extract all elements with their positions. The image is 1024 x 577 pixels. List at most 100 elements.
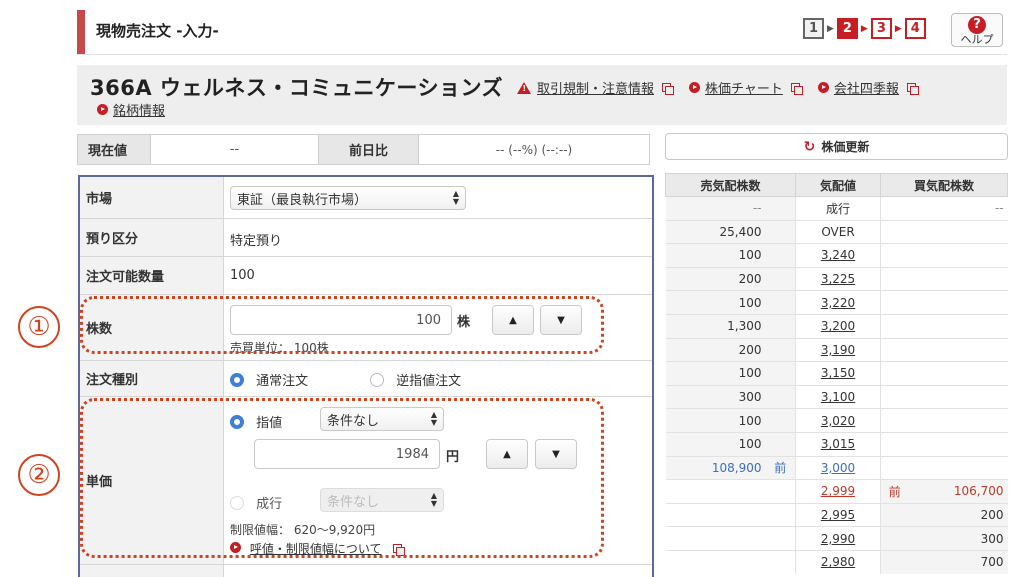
refresh-price-button[interactable]: ↻ 株価更新 bbox=[665, 133, 1008, 160]
sell-mark-cell bbox=[765, 219, 796, 244]
buy-mark-cell bbox=[880, 290, 909, 315]
deposit-label: 預り区分 bbox=[80, 219, 224, 256]
quote-price-cell[interactable]: 3,015 bbox=[795, 431, 881, 457]
deposit-row: 預り区分 特定預り bbox=[80, 219, 652, 257]
quote-price-cell[interactable]: 3,100 bbox=[795, 384, 881, 409]
next-row bbox=[80, 565, 652, 577]
sell-qty-cell bbox=[665, 502, 766, 527]
deposit-value: 特定預り bbox=[230, 234, 283, 249]
sell-qty-cell bbox=[665, 549, 766, 574]
sell-mark-cell bbox=[765, 266, 796, 291]
radio-unselected-icon[interactable] bbox=[370, 372, 384, 387]
quote-price-cell[interactable]: 3,240 bbox=[795, 243, 881, 268]
step-arrow-icon: ▶ bbox=[827, 23, 834, 34]
quote-price-cell[interactable]: 3,150 bbox=[795, 361, 881, 386]
order-book-row: -- 成行 -- bbox=[665, 196, 1008, 221]
order-book-row: 100 3,015 bbox=[665, 431, 1008, 457]
sell-qty-cell: 300 bbox=[665, 384, 766, 409]
stock-chart-link[interactable]: 株価チャート bbox=[705, 78, 783, 97]
page-title: 現物売注文 -入力- bbox=[96, 22, 219, 40]
select-updown-icon: ▲ ▼ bbox=[452, 189, 459, 206]
buy-mark-cell bbox=[880, 526, 909, 551]
order-type-label: 注文種別 bbox=[80, 361, 224, 396]
step-arrow-icon: ▶ bbox=[894, 23, 902, 34]
sell-qty-cell: -- bbox=[665, 196, 766, 221]
quote-price-cell[interactable]: 3,020 bbox=[795, 408, 881, 433]
annotation-box-1 bbox=[80, 296, 604, 354]
radio-selected-icon[interactable] bbox=[230, 372, 244, 387]
external-window-icon[interactable] bbox=[790, 83, 803, 95]
quote-price-cell[interactable]: 3,190 bbox=[795, 337, 881, 362]
quote-price-cell[interactable]: 2,995 bbox=[795, 502, 881, 527]
order-book: 売気配株数 気配値 買気配株数 -- 成行 -- 25,400 OVER 100 3,240… bbox=[665, 173, 1008, 574]
quote-price-cell[interactable]: 2,999 bbox=[795, 479, 881, 504]
buy-mark-cell bbox=[880, 408, 909, 433]
normal-order-label: 通常注文 bbox=[256, 374, 309, 389]
orderable-row: 注文可能数量 100 bbox=[80, 257, 652, 295]
help-button[interactable]: ? ヘルプ bbox=[951, 13, 1003, 47]
buy-mark-cell bbox=[880, 219, 909, 244]
buy-qty-cell bbox=[908, 266, 1008, 291]
buy-mark-cell bbox=[880, 243, 909, 268]
quote-price-cell[interactable]: 3,000 bbox=[795, 455, 881, 480]
buy-qty-cell bbox=[908, 313, 1008, 339]
sell-mark-cell bbox=[765, 479, 796, 504]
step-1: 1 bbox=[803, 18, 824, 39]
quote-price-cell[interactable]: 2,980 bbox=[795, 549, 881, 574]
annotation-number-2: ② bbox=[18, 454, 60, 496]
stock-info-link[interactable]: 銘柄情報 bbox=[113, 100, 165, 119]
company-quarterly-link[interactable]: 会社四季報 bbox=[834, 78, 899, 97]
buy-mark-cell bbox=[880, 502, 909, 527]
play-bullet-icon bbox=[817, 82, 829, 93]
step-2-current: 2 bbox=[836, 18, 858, 39]
order-book-row: 2,980 700 bbox=[665, 549, 1008, 574]
quote-price-cell[interactable]: 3,225 bbox=[795, 266, 881, 291]
buy-qty-cell bbox=[908, 290, 1008, 315]
external-window-icon[interactable] bbox=[906, 83, 919, 95]
stop-order-option[interactable]: 逆指値注文 bbox=[370, 370, 461, 389]
orderable-value: 100 bbox=[230, 268, 255, 283]
sell-qty-cell: 200 bbox=[665, 266, 766, 291]
change-value: -- (--%) (--:--) bbox=[495, 142, 573, 157]
sell-qty-cell bbox=[665, 479, 766, 504]
buy-qty-cell: -- bbox=[908, 196, 1008, 221]
buy-mark-cell bbox=[880, 313, 909, 339]
order-book-row: 100 3,020 bbox=[665, 408, 1008, 433]
quote-price-cell: 成行 bbox=[795, 196, 881, 221]
order-book-row: 100 3,240 bbox=[665, 243, 1008, 268]
regulation-link[interactable]: 取引規制・注意情報 bbox=[537, 78, 654, 97]
order-book-row: 200 3,225 bbox=[665, 266, 1008, 291]
buy-qty-cell: 200 bbox=[908, 502, 1008, 527]
stock-name: 366A ウェルネス・コミュニケーションズ bbox=[90, 76, 504, 100]
buy-qty-cell bbox=[908, 337, 1008, 362]
buy-qty-cell: 106,700 bbox=[908, 479, 1008, 504]
sell-qty-cell: 25,400 bbox=[665, 219, 766, 244]
play-bullet-icon bbox=[689, 82, 701, 93]
market-row: 市場 東証（最良執行市場） ▲ ▼ bbox=[80, 177, 652, 219]
step-indicator: 1 ▶ 2 ▶ 3 ▶ 4 bbox=[803, 18, 926, 39]
step-4: 4 bbox=[904, 18, 926, 39]
sell-qty-cell: 1,300 bbox=[665, 313, 766, 339]
normal-order-option[interactable]: 通常注文 bbox=[230, 370, 308, 389]
order-type-row: 注文種別 通常注文 逆指値注文 bbox=[80, 361, 652, 397]
buy-mark-cell bbox=[880, 549, 909, 574]
quote-price-cell[interactable]: 2,990 bbox=[795, 526, 881, 551]
help-label: ヘルプ bbox=[960, 33, 994, 46]
order-book-row: 100 3,220 bbox=[665, 290, 1008, 315]
next-row-label bbox=[80, 565, 224, 577]
order-book-row: 2,990 300 bbox=[665, 526, 1008, 551]
current-price-value: -- bbox=[151, 135, 319, 164]
quote-price-cell[interactable]: 3,220 bbox=[795, 290, 881, 315]
buy-qty-cell bbox=[908, 384, 1008, 409]
sell-qty-header: 売気配株数 bbox=[665, 173, 796, 197]
buy-mark-cell bbox=[880, 196, 909, 221]
order-book-row: 200 3,190 bbox=[665, 337, 1008, 362]
annotation-number-1: ① bbox=[18, 306, 60, 348]
order-book-row: 100 3,150 bbox=[665, 361, 1008, 386]
order-book-row: 108,900 前 3,000 bbox=[665, 455, 1008, 480]
external-window-icon[interactable] bbox=[662, 83, 675, 95]
sell-mark-cell bbox=[765, 290, 796, 315]
stock-info-links: 銘柄情報 bbox=[97, 100, 173, 119]
quote-price-cell[interactable]: 3,200 bbox=[795, 313, 881, 339]
market-select[interactable]: 東証（最良執行市場） ▲ ▼ bbox=[230, 186, 466, 210]
